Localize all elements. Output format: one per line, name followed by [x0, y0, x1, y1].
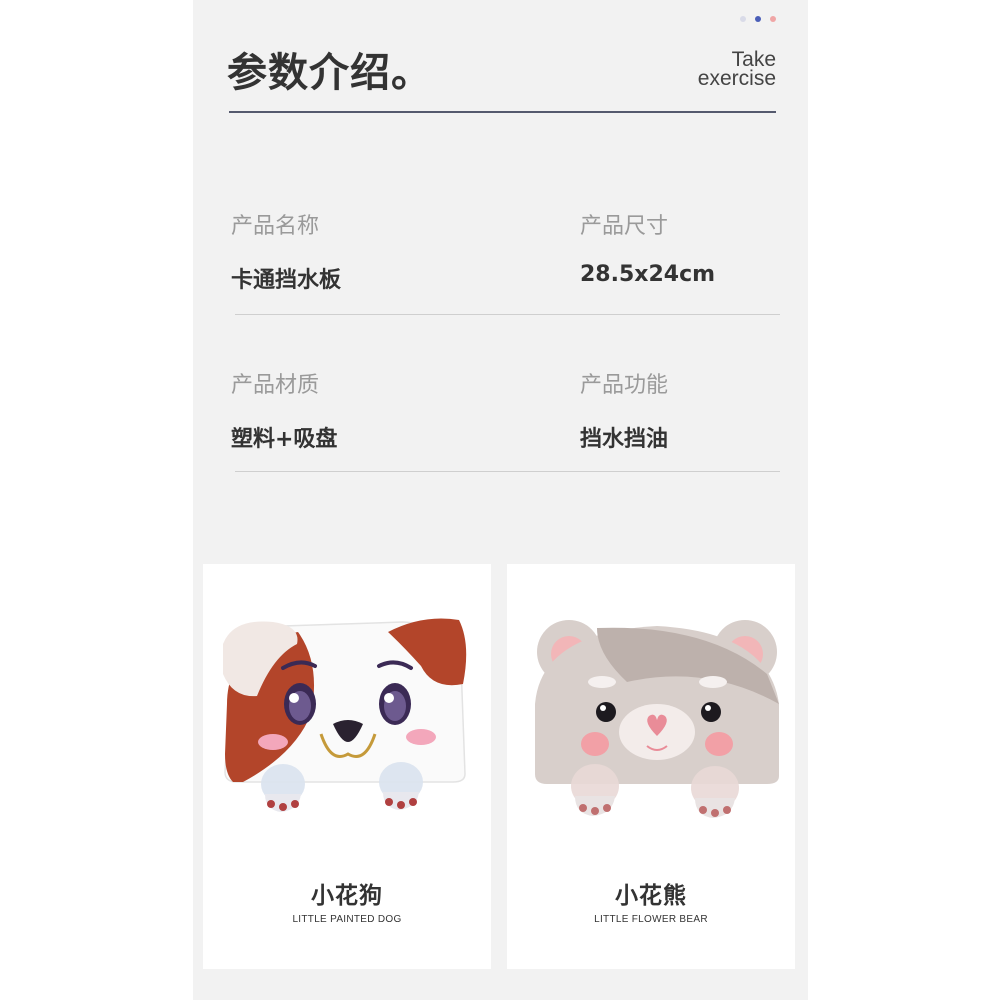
product-detail-page: 参数介绍。 Take exercise 产品名称 卡通挡水板 产品尺寸 28.5…	[193, 0, 808, 1000]
param-material-label: 产品材质	[231, 373, 320, 398]
carousel-dot[interactable]	[740, 16, 746, 22]
bear-splash-guard-image	[535, 620, 779, 818]
param-material: 产品材质 塑料+吸盘	[231, 367, 491, 453]
page-title: 参数介绍。	[227, 50, 432, 96]
carousel-dots	[740, 16, 776, 22]
param-name-label: 产品名称	[231, 214, 320, 239]
suction-cup-left	[571, 764, 619, 816]
product-card-dog[interactable]: 小花狗 LITTLE PAINTED DOG	[203, 564, 491, 969]
product-name-cn: 小花狗	[311, 883, 383, 909]
english-subtitle: Take exercise	[697, 49, 776, 90]
product-name-en: LITTLE PAINTED DOG	[292, 914, 402, 925]
param-function-label: 产品功能	[580, 373, 669, 398]
param-size-value: 28.5x24cm	[580, 262, 716, 287]
dog-splash-guard-image	[223, 618, 467, 812]
product-card-bear[interactable]: 小花熊 LITTLE FLOWER BEAR	[507, 564, 795, 969]
param-name-value: 卡通挡水板	[231, 268, 342, 293]
carousel-dot[interactable]	[770, 16, 776, 22]
row-divider	[235, 471, 780, 472]
param-size-label: 产品尺寸	[580, 214, 669, 239]
param-function-value: 挡水挡油	[580, 427, 669, 452]
param-name: 产品名称 卡通挡水板	[231, 208, 491, 294]
suction-cup-left	[261, 764, 305, 812]
title-divider	[229, 111, 776, 113]
carousel-dot-active[interactable]	[755, 16, 761, 22]
english-subtitle-line2: exercise	[697, 67, 776, 90]
suction-cup-right	[379, 762, 423, 810]
product-name-cn: 小花熊	[615, 883, 687, 909]
row-divider	[235, 314, 780, 315]
product-name-en: LITTLE FLOWER BEAR	[594, 914, 708, 925]
param-function: 产品功能 挡水挡油	[580, 367, 840, 453]
suction-cup-right	[691, 766, 739, 818]
param-size: 产品尺寸 28.5x24cm	[580, 208, 840, 287]
param-material-value: 塑料+吸盘	[231, 427, 338, 452]
